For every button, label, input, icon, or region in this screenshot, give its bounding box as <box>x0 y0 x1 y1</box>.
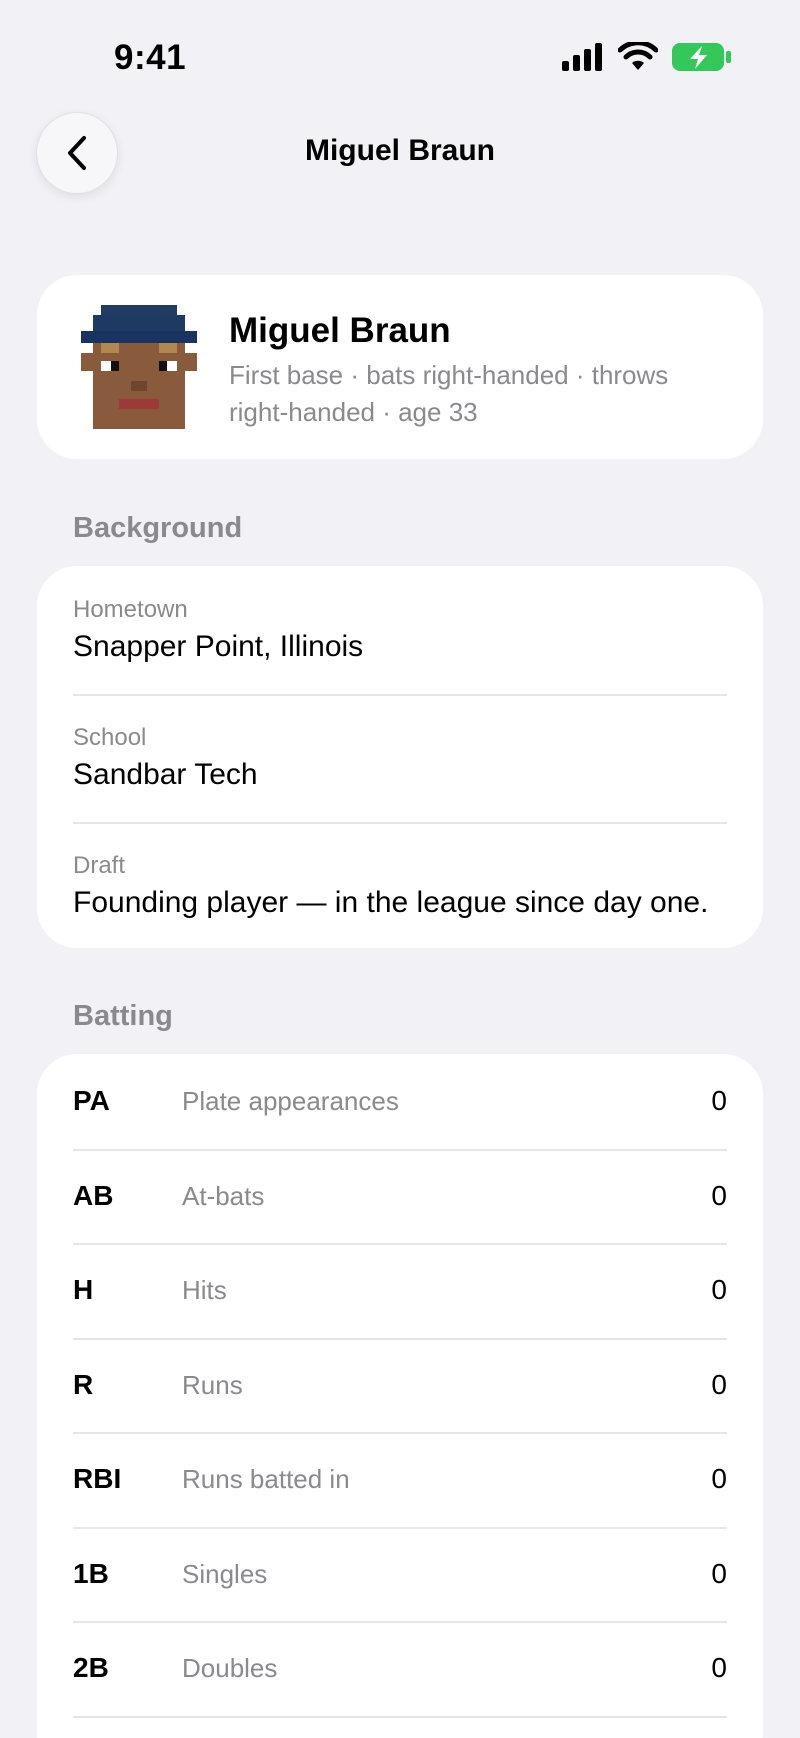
batting-row-rbi: RBI Runs batted in 0 <box>37 1432 763 1527</box>
stat-abbr: RBI <box>73 1463 122 1494</box>
stat-value: 0 <box>711 1368 727 1400</box>
stat-value: 0 <box>711 1179 727 1211</box>
stat-value: 0 <box>711 1274 727 1305</box>
background-row-draft: Draft Founding player — in the league si… <box>37 822 763 948</box>
background-card: Hometown Snapper Point, Illinois School … <box>37 566 763 948</box>
profile-description: First base · bats right-handed · throws … <box>229 360 669 427</box>
profile-card: Miguel Braun First base · bats right-han… <box>37 275 763 459</box>
batting-row-h: H Hits 0 <box>37 1243 763 1338</box>
stat-description: Hits <box>182 1275 227 1305</box>
batting-row-partial <box>37 1715 763 1738</box>
batting-row-pa: PA Plate appearances 0 <box>37 1054 763 1149</box>
cellular-signal-icon <box>562 43 602 71</box>
stat-abbr: AB <box>73 1179 114 1211</box>
hometown-label: Hometown <box>73 596 188 623</box>
background-section-header: Background <box>73 512 243 544</box>
stat-description: Plate appearances <box>182 1086 399 1116</box>
batting-row-r: R Runs 0 <box>37 1337 763 1433</box>
background-row-school: School Sandbar Tech <box>37 694 763 822</box>
batting-row-1b: 1B Singles 0 <box>37 1526 763 1622</box>
hometown-value: Snapper Point, Illinois <box>73 630 364 663</box>
status-icons <box>562 42 732 72</box>
stat-value: 0 <box>711 1463 727 1494</box>
stat-description: At-bats <box>182 1180 265 1211</box>
stat-description: Runs <box>182 1369 243 1400</box>
draft-label: Draft <box>73 852 126 879</box>
stat-value: 0 <box>711 1652 727 1683</box>
batting-row-ab: AB At-bats 0 <box>37 1148 763 1244</box>
wifi-icon <box>618 42 658 70</box>
player-detail-screen: 9:41 Miguel Braun Miguel Braun First bas… <box>0 0 800 1738</box>
stat-value: 0 <box>711 1557 727 1589</box>
status-bar: 9:41 <box>0 0 800 110</box>
batting-card: PA Plate appearances 0 AB At-bats 0 H Hi… <box>37 1054 763 1738</box>
stat-abbr: 1B <box>73 1557 109 1589</box>
stat-abbr: 2B <box>73 1652 109 1683</box>
profile-name: Miguel Braun <box>229 311 451 350</box>
stat-abbr: PA <box>73 1085 110 1116</box>
school-value: Sandbar Tech <box>73 758 258 791</box>
background-row-hometown: Hometown Snapper Point, Illinois <box>37 566 763 694</box>
battery-charging-icon <box>672 43 731 71</box>
school-label: School <box>73 724 147 751</box>
pixel-avatar <box>81 305 197 429</box>
stat-description: Runs batted in <box>182 1464 350 1494</box>
stat-description: Singles <box>182 1558 268 1589</box>
stat-value: 0 <box>711 1085 727 1116</box>
draft-value: Founding player — in the league since da… <box>73 886 709 919</box>
stat-abbr: H <box>73 1274 94 1305</box>
stat-description: Doubles <box>182 1653 278 1683</box>
batting-row-2b: 2B Doubles 0 <box>37 1621 763 1716</box>
nav-title: Miguel Braun <box>304 134 495 167</box>
stat-abbr: R <box>73 1368 94 1400</box>
batting-section-header: Batting <box>73 1000 173 1032</box>
status-time: 9:41 <box>114 38 187 77</box>
